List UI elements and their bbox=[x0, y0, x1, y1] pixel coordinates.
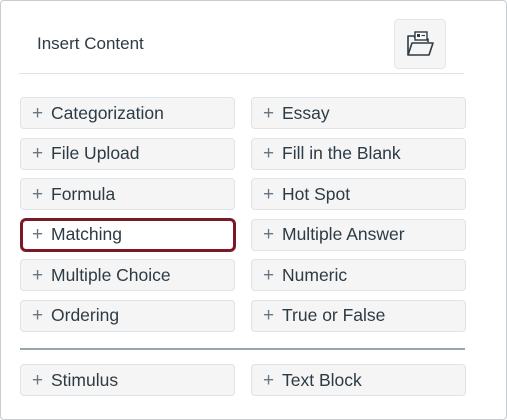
plus-icon: + bbox=[32, 143, 44, 164]
plus-icon: + bbox=[32, 305, 44, 326]
insert-multiple-choice-button[interactable]: + Multiple Choice bbox=[20, 259, 235, 291]
insert-formula-button[interactable]: + Formula bbox=[20, 178, 235, 210]
insert-multiple-answer-button[interactable]: + Multiple Answer bbox=[251, 218, 466, 251]
plus-icon: + bbox=[263, 102, 275, 124]
plus-icon: + bbox=[263, 183, 275, 205]
insert-text-block-button[interactable]: + Text Block bbox=[251, 364, 466, 396]
button-label: Multiple Answer bbox=[282, 224, 405, 244]
button-row: + Formula + Hot Spot bbox=[20, 178, 466, 210]
button-label: Numeric bbox=[282, 264, 348, 285]
button-label: Fill in the Blank bbox=[282, 143, 401, 163]
extras-grid: + Stimulus + Text Block bbox=[20, 364, 466, 405]
button-label: Stimulus bbox=[51, 369, 119, 390]
insert-stimulus-button[interactable]: + Stimulus bbox=[20, 364, 235, 396]
button-row: + Ordering + True or False bbox=[20, 299, 466, 332]
item-bank-folder-icon bbox=[407, 31, 434, 56]
button-label: Ordering bbox=[51, 305, 120, 325]
button-row: + Stimulus + Text Block bbox=[20, 364, 466, 396]
insert-hot-spot-button[interactable]: + Hot Spot bbox=[251, 178, 466, 210]
button-label: Essay bbox=[282, 102, 330, 123]
plus-icon: + bbox=[263, 224, 275, 245]
plus-icon: + bbox=[32, 369, 44, 391]
plus-icon: + bbox=[263, 369, 275, 391]
button-label: Categorization bbox=[51, 102, 164, 123]
button-label: True or False bbox=[282, 305, 386, 325]
question-type-grid: + Categorization + Essay + File Upload + Fill i… bbox=[20, 97, 466, 340]
button-row: + Multiple Choice + Numeric bbox=[20, 259, 466, 291]
button-row: + Categorization + Essay bbox=[20, 97, 466, 129]
plus-icon: + bbox=[263, 143, 275, 164]
button-label: Matching bbox=[51, 224, 123, 244]
insert-essay-button[interactable]: + Essay bbox=[251, 97, 466, 129]
insert-file-upload-button[interactable]: + File Upload bbox=[20, 137, 235, 170]
plus-icon: + bbox=[32, 224, 44, 245]
plus-icon: + bbox=[32, 264, 44, 286]
insert-ordering-button[interactable]: + Ordering bbox=[20, 299, 235, 332]
button-label: Formula bbox=[51, 183, 116, 204]
section-divider bbox=[20, 348, 465, 350]
panel-title: Insert Content bbox=[37, 34, 144, 53]
insert-matching-button[interactable]: + Matching bbox=[20, 217, 236, 252]
item-bank-button[interactable] bbox=[394, 19, 446, 69]
button-label: Multiple Choice bbox=[51, 264, 171, 285]
plus-icon: + bbox=[32, 102, 44, 124]
insert-fill-in-the-blank-button[interactable]: + Fill in the Blank bbox=[251, 137, 466, 170]
insert-true-or-false-button[interactable]: + True or False bbox=[251, 299, 466, 332]
plus-icon: + bbox=[263, 264, 275, 286]
plus-icon: + bbox=[32, 183, 44, 205]
button-row: + File Upload + Fill in the Blank bbox=[20, 137, 466, 170]
plus-icon: + bbox=[263, 305, 275, 326]
button-label: File Upload bbox=[51, 143, 140, 163]
insert-categorization-button[interactable]: + Categorization bbox=[20, 97, 235, 129]
button-label: Hot Spot bbox=[282, 183, 351, 204]
button-label: Text Block bbox=[282, 369, 362, 390]
button-row: + Matching + Multiple Answer bbox=[20, 217, 466, 252]
insert-content-panel: Insert Content + Categorization + Essay + Fil… bbox=[0, 0, 507, 420]
insert-numeric-button[interactable]: + Numeric bbox=[251, 259, 466, 291]
panel-header: Insert Content bbox=[19, 15, 464, 74]
